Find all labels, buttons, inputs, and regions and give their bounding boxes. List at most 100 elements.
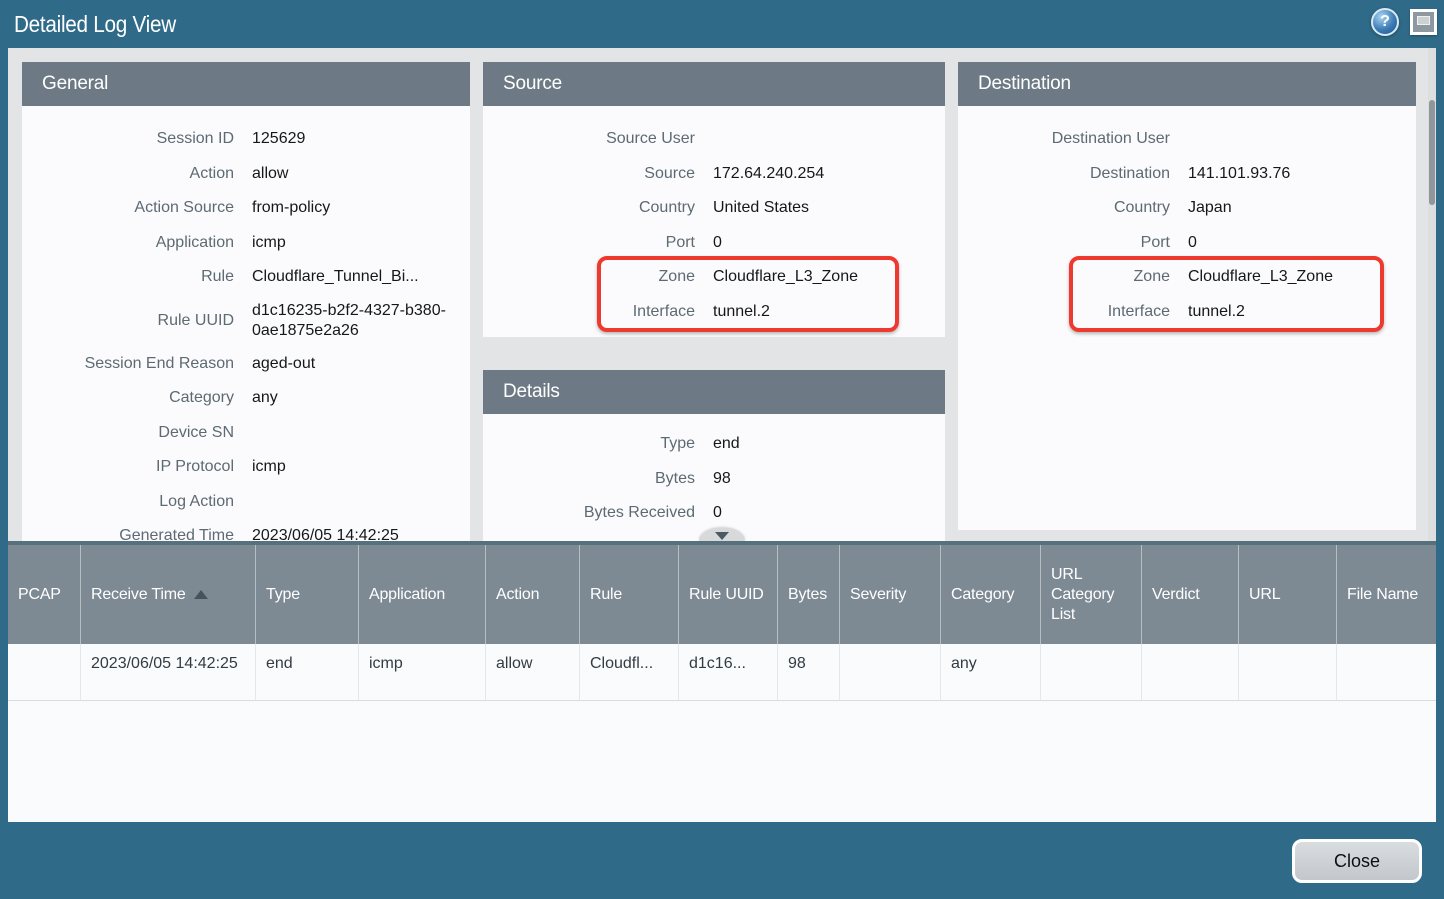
field-row: ZoneCloudflare_L3_Zone	[974, 260, 1400, 295]
field-row: ZoneCloudflare_L3_Zone	[499, 260, 929, 295]
panel-general: General Session ID125629 Actionallow Act…	[22, 62, 470, 541]
column-header-rule[interactable]: Rule	[580, 545, 679, 644]
field-value: 172.64.240.254	[713, 165, 929, 183]
field-value: 2023/06/05 14:42:25	[252, 527, 454, 541]
column-header-url-category-list[interactable]: URL Category List	[1041, 545, 1142, 644]
cell-pcap	[8, 644, 81, 700]
field-row: Destination 141.101.93.76	[974, 157, 1400, 192]
field-row: Port0	[974, 226, 1400, 261]
field-row: Source 172.64.240.254	[499, 157, 929, 192]
field-label: IP Protocol	[38, 458, 234, 476]
cell-severity	[840, 644, 941, 700]
column-header-receive-time[interactable]: Receive Time	[81, 545, 256, 644]
cell-rule-uuid: d1c16...	[679, 644, 778, 700]
field-row: Rule UUIDd1c16235-b2f2-4327-b380-0ae1875…	[38, 295, 454, 347]
sort-ascending-icon	[194, 590, 208, 599]
column-header-url[interactable]: URL	[1239, 545, 1337, 644]
field-label: Destination	[974, 165, 1170, 183]
page-title: Detailed Log View	[14, 0, 176, 48]
panel-source: Source Source User Source172.64.240.254 …	[483, 62, 945, 337]
window-glyph	[1417, 16, 1430, 25]
column-header-file-name[interactable]: File Name	[1337, 545, 1436, 644]
column-header-application[interactable]: Application	[359, 545, 486, 644]
panel-destination: Destination Destination User Destination…	[958, 62, 1416, 530]
field-value: d1c16235-b2f2-4327-b380-0ae1875e2a26	[252, 301, 454, 340]
panel-source-header: Source	[483, 62, 945, 106]
field-label: Type	[499, 435, 695, 453]
column-label: PCAP	[18, 585, 61, 605]
panel-details: Details Typeend Bytes98 Bytes Received0	[483, 370, 945, 541]
chevron-down-icon	[715, 532, 729, 540]
field-value: United States	[713, 199, 929, 217]
column-header-rule-uuid[interactable]: Rule UUID	[679, 545, 778, 644]
cell-verdict	[1142, 644, 1239, 700]
column-label: Severity	[850, 585, 906, 605]
field-row: Action Sourcefrom-policy	[38, 191, 454, 226]
field-row: Interface tunnel.2	[499, 295, 929, 330]
field-label: Application	[38, 234, 234, 252]
field-row: Source User	[499, 122, 929, 157]
field-row: Action allow	[38, 157, 454, 192]
field-value: 141.101.93.76	[1188, 165, 1400, 183]
cell-category: any	[941, 644, 1041, 700]
panel-destination-header: Destination	[958, 62, 1416, 106]
field-label: Bytes Received	[499, 504, 695, 522]
field-value: allow	[252, 165, 454, 183]
field-label: Bytes	[499, 470, 695, 488]
field-value: Japan	[1188, 199, 1400, 217]
field-row: IP Protocol icmp	[38, 450, 454, 485]
cell-type: end	[256, 644, 359, 700]
column-label: Application	[369, 585, 445, 605]
vertical-scrollbar[interactable]	[1428, 48, 1436, 541]
field-row: Log Action	[38, 485, 454, 520]
field-value: 0	[1188, 234, 1400, 252]
help-icon[interactable]: ?	[1371, 8, 1399, 36]
field-value: icmp	[252, 458, 454, 476]
cell-action: allow	[486, 644, 580, 700]
field-row: Typeend	[499, 427, 929, 462]
column-header-type[interactable]: Type	[256, 545, 359, 644]
close-button[interactable]: Close	[1292, 839, 1422, 883]
column-label: Rule UUID	[689, 585, 764, 605]
field-label: Session ID	[38, 130, 234, 148]
field-row: Interfacetunnel.2	[974, 295, 1400, 330]
window-restore-icon[interactable]	[1410, 9, 1437, 35]
field-label: Zone	[974, 268, 1170, 286]
field-label: Session End Reason	[38, 355, 234, 373]
column-label: URL Category List	[1051, 565, 1133, 625]
field-row: RuleCloudflare_Tunnel_Bi...	[38, 260, 454, 295]
column-label: Category	[951, 585, 1014, 605]
column-header-category[interactable]: Category	[941, 545, 1041, 644]
log-table: PCAP Receive Time Type Application Actio…	[8, 541, 1436, 822]
column-header-action[interactable]: Action	[486, 545, 580, 644]
column-header-pcap[interactable]: PCAP	[8, 545, 81, 644]
field-label: Source	[499, 165, 695, 183]
column-label: URL	[1249, 585, 1280, 605]
field-label: Rule	[38, 268, 234, 286]
field-value: tunnel.2	[713, 303, 929, 321]
table-empty-area	[8, 701, 1436, 822]
cell-application: icmp	[359, 644, 486, 700]
table-row[interactable]: 2023/06/05 14:42:25 end icmp allow Cloud…	[8, 644, 1436, 701]
field-label: Action	[38, 165, 234, 183]
cell-rule: Cloudfl...	[580, 644, 679, 700]
field-label: Interface	[974, 303, 1170, 321]
field-label: Generated Time	[38, 527, 234, 541]
cell-file-name	[1337, 644, 1436, 700]
field-row: Categoryany	[38, 381, 454, 416]
panel-source-body: Source User Source172.64.240.254 Country…	[483, 106, 945, 329]
panel-general-body: Session ID125629 Actionallow Action Sour…	[22, 106, 470, 541]
field-label: Interface	[499, 303, 695, 321]
column-header-severity[interactable]: Severity	[840, 545, 941, 644]
column-header-bytes[interactable]: Bytes	[778, 545, 840, 644]
column-label: File Name	[1347, 585, 1418, 605]
dialog-content: General Session ID125629 Actionallow Act…	[8, 48, 1436, 822]
column-label: Receive Time	[91, 585, 186, 605]
column-label: Action	[496, 585, 539, 605]
panel-destination-body: Destination User Destination 141.101.93.7…	[958, 106, 1416, 329]
column-header-verdict[interactable]: Verdict	[1142, 545, 1239, 644]
scrollbar-thumb[interactable]	[1429, 100, 1435, 205]
field-label: Destination User	[974, 130, 1170, 148]
field-value: 98	[713, 470, 929, 488]
field-label: Action Source	[38, 199, 234, 217]
